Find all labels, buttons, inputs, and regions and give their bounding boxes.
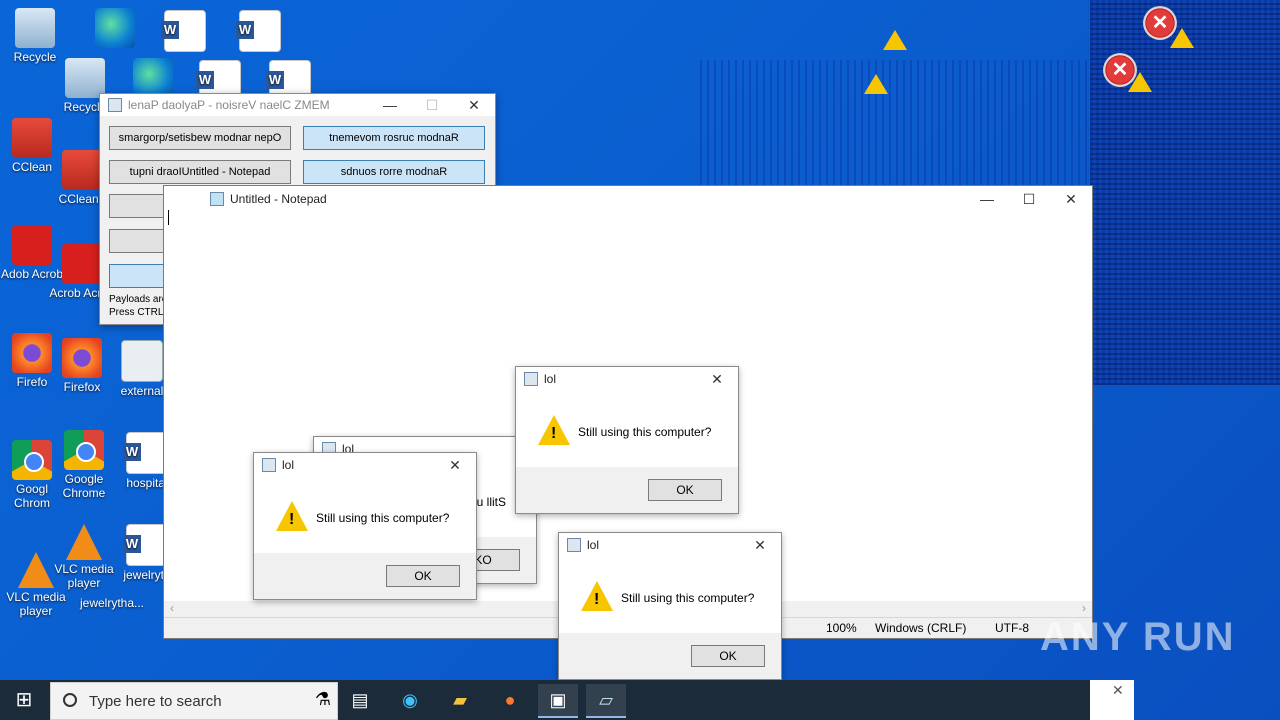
recycle-bin-icon (15, 8, 55, 48)
dialog-message: Still using this computer? (621, 591, 755, 605)
dialog-title: lol (587, 538, 600, 552)
maximize-icon[interactable]: ☐ (411, 97, 453, 114)
notepad-titlebar[interactable]: Untitled - Notepad — ☐ ✕ (202, 186, 1092, 212)
science-flasks-icon: ⚗ (314, 689, 331, 709)
app-icon (567, 538, 581, 552)
word-doc-icon (123, 524, 168, 566)
word-doc-icon (123, 432, 168, 474)
anyrun-watermark: ANY RUN (1040, 615, 1236, 659)
notepad-app-icon (210, 192, 224, 206)
payload-button-2[interactable]: tnemevom rosruc modnaR (303, 126, 485, 150)
desktop-icon-recycle[interactable]: Recycle (0, 8, 70, 64)
scroll-right-icon[interactable]: › (1082, 601, 1086, 615)
dialog-body: ! Still using this computer? (559, 557, 781, 633)
edge-icon (133, 58, 173, 98)
dialog-message: Still using this computer? (316, 511, 450, 525)
acrobat-icon (62, 244, 102, 284)
warning-icon (883, 30, 907, 50)
close-icon[interactable]: ✕ (453, 97, 495, 114)
search-icon (63, 693, 77, 707)
taskbar: ⊞ Type here to search ⚗ ▤ ◉ ▰ ● ▣ ▱ (0, 680, 1090, 720)
dialog-titlebar[interactable]: lol ✕ (254, 453, 476, 477)
close-icon[interactable]: ✕ (696, 371, 738, 388)
lol-dialog-2[interactable]: lol ✕ ! Still using this computer? OK (515, 366, 739, 514)
notepad-icon[interactable]: ▱ (586, 684, 626, 718)
memz-titlebar[interactable]: lenaP daolyaP - noisreV naelC ZMEM — ☐ ✕ (100, 94, 495, 116)
dialog-message: u llitS (476, 495, 506, 509)
memz-icon[interactable]: ▣ (538, 684, 578, 718)
word-doc-icon (236, 10, 281, 52)
edge-icon[interactable]: ◉ (390, 684, 430, 716)
close-icon[interactable]: ✕ (1050, 191, 1092, 208)
ok-button[interactable]: OK (386, 565, 460, 587)
payload-button-3[interactable]: tupni draoIUntitled - Notepad (109, 160, 291, 184)
search-box[interactable]: Type here to search ⚗ (50, 682, 338, 720)
close-icon[interactable]: ✕ (434, 457, 476, 474)
ok-button[interactable]: OK (691, 645, 765, 667)
dialog-titlebar[interactable]: lol ✕ (559, 533, 781, 557)
app-icon (262, 458, 276, 472)
app-icon (108, 98, 122, 112)
ccleaner-icon (62, 150, 102, 190)
dialog-title: lol (282, 458, 295, 472)
payload-button-7[interactable] (109, 264, 171, 288)
desktop-icon-chrome-2[interactable]: Google Chrome (49, 430, 119, 500)
payload-button-1[interactable]: smargorp/setisbew modnar nepO (109, 126, 291, 150)
scroll-left-icon[interactable]: ‹ (170, 601, 174, 615)
zoom-level: 100% (826, 621, 857, 635)
lol-dialog-1[interactable]: lol ✕ ! Still using this computer? OK (253, 452, 477, 600)
minimize-icon[interactable]: — (966, 191, 1008, 207)
dialog-message: Still using this computer? (578, 425, 712, 439)
image-file-icon (121, 340, 163, 382)
glitch-white-block: ✕ (1090, 680, 1134, 720)
task-view-icon[interactable]: ▤ (340, 684, 380, 716)
desktop-icon-word-1[interactable] (150, 10, 220, 54)
dialog-body: ! Still using this computer? (254, 477, 476, 553)
memz-info-2: Press CTRL+ (109, 307, 170, 318)
recycle-bin-icon (65, 58, 105, 98)
dialog-body: ! Still using this computer? (516, 391, 738, 467)
windows-start-icon[interactable]: ⊞ (0, 680, 48, 720)
warning-icon (1128, 72, 1152, 92)
dialog-titlebar[interactable]: lol ✕ (516, 367, 738, 391)
memz-title: lenaP daolyaP - noisreV naelC ZMEM (128, 98, 330, 112)
firefox-icon (12, 333, 52, 373)
search-placeholder: Type here to search (89, 693, 222, 710)
dialog-title: lol (544, 372, 557, 386)
file-explorer-icon[interactable]: ▰ (440, 684, 480, 716)
acrobat-icon (12, 225, 52, 265)
chrome-icon (12, 440, 52, 480)
line-ending: Windows (CRLF) (875, 621, 967, 635)
warning-icon (864, 74, 888, 94)
payload-button-4[interactable]: sdnuos rorre modnaR (303, 160, 485, 184)
ccleaner-icon (12, 118, 52, 158)
screen-glitch-2 (700, 60, 1090, 190)
word-doc-icon (161, 10, 206, 52)
memz-info-1: Payloads are (109, 294, 168, 305)
encoding: UTF-8 (995, 621, 1029, 635)
desktop-icon-edge[interactable] (80, 8, 150, 50)
app-icon (524, 372, 538, 386)
close-icon[interactable]: ✕ (1112, 682, 1124, 699)
close-icon[interactable]: ✕ (739, 537, 781, 554)
minimize-icon[interactable]: — (369, 97, 411, 113)
warning-icon (1170, 28, 1194, 48)
firefox-icon (62, 338, 102, 378)
ok-button[interactable]: OK (648, 479, 722, 501)
edge-icon (95, 8, 135, 48)
payload-button-5[interactable] (109, 194, 171, 218)
payload-button-6[interactable] (109, 229, 171, 253)
lol-dialog-3[interactable]: lol ✕ ! Still using this computer? OK (558, 532, 782, 680)
firefox-icon[interactable]: ● (490, 684, 530, 716)
notepad-title: Untitled - Notepad (230, 192, 327, 206)
chrome-icon (64, 430, 104, 470)
maximize-icon[interactable]: ☐ (1008, 191, 1050, 208)
desktop-icon-word-2[interactable] (225, 10, 295, 54)
